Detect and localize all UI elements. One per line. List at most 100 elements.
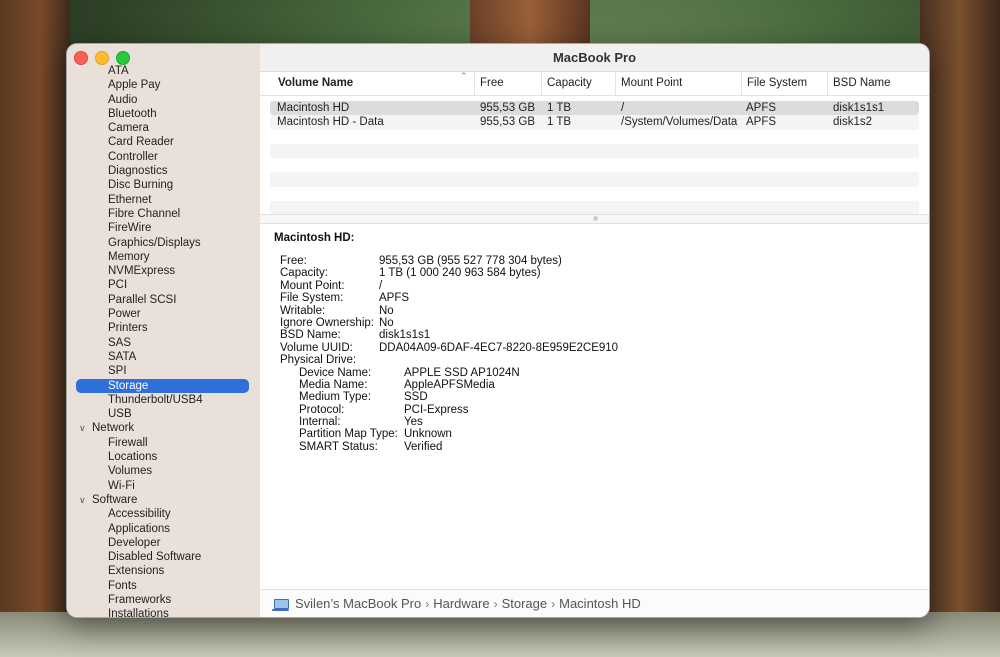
column-header-free[interactable]: Free xyxy=(474,71,504,95)
sidebar-item[interactable]: FireWire xyxy=(67,221,260,235)
detail-value: disk1s1s1 xyxy=(379,329,431,342)
sidebar-group[interactable]: ∨ Network xyxy=(67,421,260,435)
detail-key: Internal: xyxy=(299,416,341,429)
column-header-bsd-name[interactable]: BSD Name xyxy=(827,71,891,95)
detail-value: Unknown xyxy=(404,428,452,441)
sidebar-item[interactable]: Wi-Fi xyxy=(67,479,260,493)
detail-key: Partition Map Type: xyxy=(299,428,398,441)
sidebar-item[interactable]: Extensions xyxy=(67,564,260,578)
sidebar-item[interactable]: Applications xyxy=(67,522,260,536)
breadcrumb-item[interactable]: Svilen’s MacBook Pro xyxy=(295,596,421,611)
sidebar-group[interactable]: ∨ Software xyxy=(67,493,260,507)
close-button[interactable] xyxy=(74,51,88,65)
sidebar-item[interactable]: Graphics/Displays xyxy=(67,236,260,250)
empty-row xyxy=(270,143,919,159)
background-ground xyxy=(0,612,1000,657)
detail-key: Capacity: xyxy=(280,267,328,280)
sidebar-item[interactable]: Power xyxy=(67,307,260,321)
sidebar-item[interactable]: Memory xyxy=(67,250,260,264)
empty-row xyxy=(270,130,919,144)
cell-free: 955,53 GB xyxy=(480,116,535,129)
sidebar-item[interactable]: ATA xyxy=(67,64,260,78)
sidebar-item[interactable]: PCI xyxy=(67,278,260,292)
cell-file-system: APFS xyxy=(746,102,777,114)
sidebar-item[interactable]: SAS xyxy=(67,336,260,350)
detail-key: BSD Name: xyxy=(280,329,341,342)
sidebar-item[interactable]: SATA xyxy=(67,350,260,364)
sidebar-item[interactable]: Volumes xyxy=(67,464,260,478)
sidebar-item-label: Wi-Fi xyxy=(108,479,135,492)
sidebar-item-label: Memory xyxy=(108,250,150,263)
detail-value: 1 TB (1 000 240 963 584 bytes) xyxy=(379,267,541,280)
sidebar-item[interactable]: Disc Burning xyxy=(67,178,260,192)
sidebar-item[interactable]: Frameworks xyxy=(67,593,260,607)
sidebar-item-label: NVMExpress xyxy=(108,265,176,278)
breadcrumb-item[interactable]: Macintosh HD xyxy=(559,596,641,611)
sidebar-item[interactable]: Audio xyxy=(67,93,260,107)
column-header-volume-name[interactable]: Volume Name xyxy=(260,71,478,95)
laptop-icon xyxy=(272,598,289,611)
sidebar-item-label: Installations xyxy=(108,608,169,617)
split-view-divider[interactable] xyxy=(260,214,929,224)
breadcrumb-item[interactable]: Hardware xyxy=(433,596,489,611)
detail-row: Ignore Ownership: No xyxy=(274,317,919,329)
sidebar-item[interactable]: Locations xyxy=(67,450,260,464)
sidebar-item[interactable]: Fibre Channel xyxy=(67,207,260,221)
detail-value: SSD xyxy=(404,391,428,404)
sidebar-item-label: Bluetooth xyxy=(108,107,157,120)
sidebar-item-label: Network xyxy=(92,422,135,435)
sidebar-item[interactable]: Camera xyxy=(67,121,260,135)
cell-volume-name: Macintosh HD - Data xyxy=(277,116,384,129)
detail-value: / xyxy=(379,279,383,292)
cell-bsd-name: disk1s2 xyxy=(833,116,872,129)
sidebar-item-label: Volumes xyxy=(108,465,153,478)
sidebar-item-label: Thunderbolt/USB4 xyxy=(108,393,203,406)
sidebar-item-label: Graphics/Displays xyxy=(108,236,201,249)
table-row[interactable]: Macintosh HD 955,53 GB 1 TB / APFS disk1… xyxy=(270,101,919,116)
sidebar-item[interactable]: USB xyxy=(67,407,260,421)
detail-key: Writable: xyxy=(280,304,326,317)
sidebar-item[interactable]: Bluetooth xyxy=(67,107,260,121)
sidebar-item[interactable]: SPI xyxy=(67,364,260,378)
sidebar-item-label: SATA xyxy=(108,350,137,363)
sidebar-item[interactable]: Developer xyxy=(67,536,260,550)
sidebar-item[interactable]: Disabled Software xyxy=(67,550,260,564)
window-title: MacBook Pro xyxy=(260,44,929,72)
sidebar-item-label: Controller xyxy=(108,150,158,163)
zoom-button[interactable] xyxy=(116,51,130,65)
sidebar-item[interactable]: Parallel SCSI xyxy=(67,293,260,307)
detail-value: Verified xyxy=(404,440,443,453)
sidebar-item[interactable]: Apple Pay xyxy=(67,78,260,92)
sidebar-item-label: Diagnostics xyxy=(108,165,168,178)
sidebar-item[interactable]: Accessibility xyxy=(67,507,260,521)
sidebar-item[interactable]: Installations xyxy=(67,607,260,617)
sidebar-item[interactable]: Diagnostics xyxy=(67,164,260,178)
sidebar-item[interactable]: Firewall xyxy=(67,436,260,450)
column-header-file-system[interactable]: File System xyxy=(741,71,807,95)
chevron-down-icon[interactable]: ∨ xyxy=(79,421,86,435)
chevron-right-icon: › xyxy=(425,597,430,611)
sidebar-item[interactable]: Thunderbolt/USB4 xyxy=(67,393,260,407)
sidebar-item[interactable]: Fonts xyxy=(67,579,260,593)
sidebar-item-label: Accessibility xyxy=(108,508,171,521)
window-controls xyxy=(74,51,130,65)
sidebar-item-label: FireWire xyxy=(108,222,152,235)
sidebar-item[interactable]: Controller xyxy=(67,150,260,164)
detail-key: File System: xyxy=(280,292,344,305)
breadcrumb: Svilen’s MacBook Pro › Hardware › Storage › Ma… xyxy=(260,589,929,617)
minimize-button[interactable] xyxy=(95,51,109,65)
breadcrumb-item[interactable]: Storage xyxy=(502,596,548,611)
sidebar-item[interactable]: NVMExpress xyxy=(67,264,260,278)
sidebar-item[interactable]: Storage xyxy=(67,378,260,394)
column-header-capacity[interactable]: Capacity xyxy=(541,71,592,95)
detail-row: SMART Status: Verified xyxy=(274,441,919,453)
column-header-mount-point[interactable]: Mount Point xyxy=(615,71,682,95)
empty-row xyxy=(270,172,919,187)
table-row[interactable]: Macintosh HD - Data 955,53 GB 1 TB /Syst… xyxy=(270,115,919,130)
sidebar-item[interactable]: Card Reader xyxy=(67,135,260,149)
sidebar-item[interactable]: Ethernet xyxy=(67,193,260,207)
chevron-down-icon[interactable]: ∨ xyxy=(79,493,86,507)
sidebar-item[interactable]: Printers xyxy=(67,321,260,335)
detail-row: Free: 955,53 GB (955 527 778 304 bytes) xyxy=(274,255,919,267)
detail-value: 955,53 GB (955 527 778 304 bytes) xyxy=(379,255,562,267)
